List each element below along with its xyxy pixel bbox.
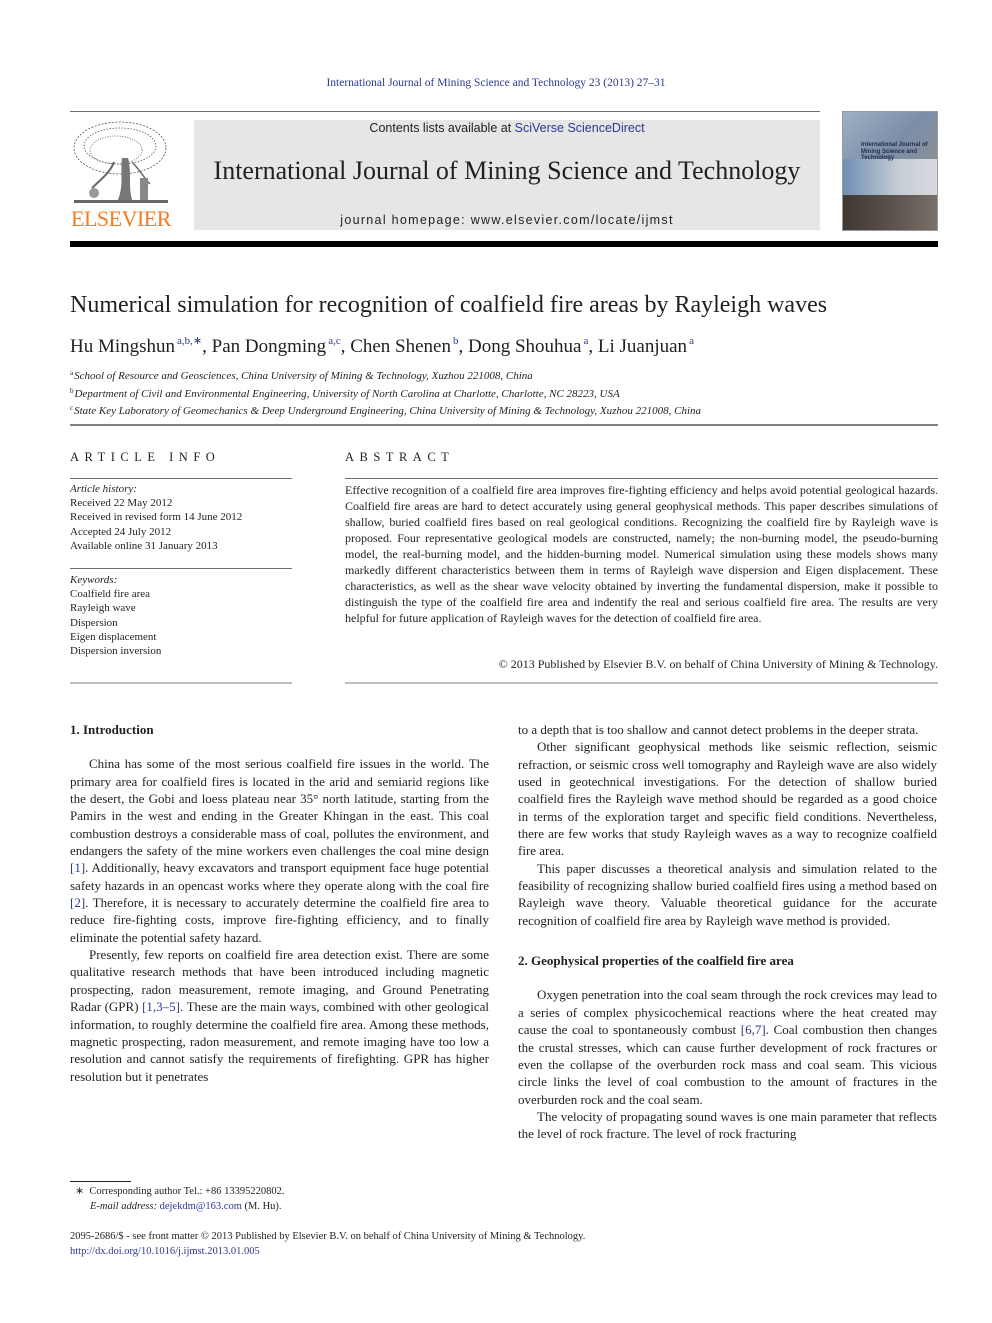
- affiliation-mark: c: [70, 404, 74, 412]
- journal-citation-link[interactable]: International Journal of Mining Science …: [326, 77, 665, 89]
- email-suffix: (M. Hu).: [241, 1200, 282, 1212]
- cover-title: International Journal of Mining Science …: [861, 142, 928, 161]
- keyword-item: Dispersion: [70, 616, 118, 629]
- citation-link[interactable]: [1]: [70, 860, 85, 875]
- elsevier-wordmark: ELSEVIER: [71, 206, 171, 231]
- paragraph: Oxygen penetration into the coal seam th…: [518, 987, 937, 1107]
- article-info-bottom-rule: [70, 682, 292, 684]
- section-heading-geophysical-properties: 2. Geophysical properties of the coalfie…: [518, 953, 794, 969]
- contents-prefix: Contents lists available at: [369, 121, 515, 135]
- cover-band-middle: [843, 159, 937, 195]
- citation-link[interactable]: [2]: [70, 895, 85, 910]
- author-affiliation-link[interactable]: a,b,∗: [177, 335, 202, 347]
- author-name: Dong Shouhua: [468, 336, 582, 357]
- sciencedirect-link[interactable]: SciVerse ScienceDirect: [515, 121, 645, 135]
- paragraph: China has some of the most serious coalf…: [70, 756, 489, 945]
- keywords-rule: [70, 568, 292, 569]
- author-name: Hu Mingshun: [70, 336, 176, 357]
- history-item: Available online 31 January 2013: [70, 539, 218, 552]
- article-history: Article history: Received 22 May 2012 Re…: [70, 482, 292, 553]
- affiliation-list: aSchool of Resource and Geosciences, Chi…: [70, 366, 940, 419]
- doi-link[interactable]: http://dx.doi.org/10.1016/j.ijmst.2013.0…: [70, 1246, 260, 1257]
- article-title: Numerical simulation for recognition of …: [70, 292, 828, 318]
- abstract-heading: ABSTRACT: [345, 450, 455, 464]
- journal-title: International Journal of Mining Science …: [213, 156, 801, 185]
- author-affiliation-link[interactable]: a: [583, 335, 588, 347]
- keywords-label: Keywords:: [70, 574, 118, 586]
- paragraph: to a depth that is too shallow and canno…: [518, 722, 919, 737]
- section-heading-introduction: 1. Introduction: [70, 722, 154, 737]
- article-history-label: Article history:: [70, 483, 137, 495]
- issn-line: 2095-2686/$ - see front matter © 2013 Pu…: [70, 1231, 586, 1242]
- running-head[interactable]: International Journal of Mining Science …: [0, 77, 992, 89]
- affiliation-mark: a: [70, 369, 74, 377]
- article-info-heading: ARTICLE INFO: [70, 450, 221, 464]
- affiliation: bDepartment of Civil and Environmental E…: [70, 386, 620, 400]
- page-footer: 2095-2686/$ - see front matter © 2013 Pu…: [70, 1230, 940, 1259]
- header-rule: [70, 111, 820, 112]
- article-info-rule: [70, 478, 292, 479]
- abstract-rule: [345, 478, 938, 479]
- paragraph: The velocity of propagating sound waves …: [518, 1108, 937, 1142]
- author-affiliation-link[interactable]: a,c: [328, 335, 341, 347]
- body-column-left: 1. Introduction China has some of the mo…: [70, 721, 489, 1085]
- cover-band-bottom: [843, 194, 937, 230]
- affiliation: cState Key Laboratory of Geomechanics & …: [70, 404, 702, 417]
- homepage-url-link[interactable]: www.elsevier.com/locate/ijmst: [471, 213, 674, 227]
- keyword-item: Eigen displacement: [70, 630, 157, 643]
- history-item: Accepted 24 July 2012: [70, 525, 172, 538]
- masthead-thick-rule: [70, 241, 938, 247]
- author-list: Hu Mingshun a,b,∗, Pan Dongming a,c, Chen …: [70, 335, 694, 357]
- homepage-prefix: journal homepage:: [340, 213, 471, 227]
- citation-link[interactable]: [6,7]: [741, 1022, 766, 1037]
- history-item: Received 22 May 2012: [70, 497, 173, 510]
- footnote-email: E-mail address: dejekdm@163.com (M. Hu).: [70, 1200, 490, 1215]
- journal-homepage: journal homepage: www.elsevier.com/locat…: [194, 213, 820, 227]
- footnote-phone: Corresponding author Tel.: +86 133952208…: [89, 1186, 285, 1197]
- body-column-right: to a depth that is too shallow and canno…: [518, 721, 937, 1143]
- contents-availability: Contents lists available at SciVerse Sci…: [194, 121, 820, 135]
- keyword-item: Rayleigh wave: [70, 602, 136, 615]
- abstract-copyright: © 2013 Published by Elsevier B.V. on beh…: [498, 657, 938, 671]
- keywords: Keywords: Coalfield fire area Rayleigh w…: [70, 573, 292, 658]
- author-name: Pan Dongming: [211, 336, 327, 357]
- abstract-bottom-rule: [345, 682, 938, 684]
- paragraph: This paper discusses a theoretical analy…: [518, 860, 937, 928]
- keyword-item: Dispersion inversion: [70, 645, 162, 658]
- footnote-mark: ∗: [75, 1186, 85, 1197]
- affiliation-mark: b: [70, 386, 74, 395]
- email-link[interactable]: dejekdm@163.com: [160, 1201, 242, 1212]
- author-affiliation-link[interactable]: a: [689, 335, 694, 347]
- affiliation: aSchool of Resource and Geosciences, Chi…: [70, 369, 533, 382]
- email-label: E-mail address:: [90, 1200, 157, 1212]
- abstract-text: Effective recognition of a coalfield fir…: [345, 483, 938, 625]
- citation-link[interactable]: [1,3–5]: [142, 999, 180, 1014]
- author-name: Li Juanjuan: [597, 336, 688, 357]
- author-name: Chen Shenen: [350, 336, 451, 357]
- corresponding-author-footnote: ∗ Corresponding author Tel.: +86 1339522…: [70, 1185, 490, 1214]
- keyword-item: Coalfield fire area: [70, 588, 151, 601]
- footnote-rule: [70, 1181, 131, 1182]
- author-affiliation-link[interactable]: b: [453, 335, 459, 347]
- footnote-corresponding: ∗ Corresponding author Tel.: +86 1339522…: [70, 1185, 490, 1200]
- paragraph: Other significant geophysical methods li…: [518, 739, 937, 859]
- journal-cover-thumbnail[interactable]: International Journal of Mining Science …: [842, 111, 938, 231]
- paragraph: Presently, few reports on coalfield fire…: [70, 947, 489, 1084]
- history-item: Received in revised form 14 June 2012: [70, 511, 243, 524]
- title-block-rule: [70, 424, 938, 426]
